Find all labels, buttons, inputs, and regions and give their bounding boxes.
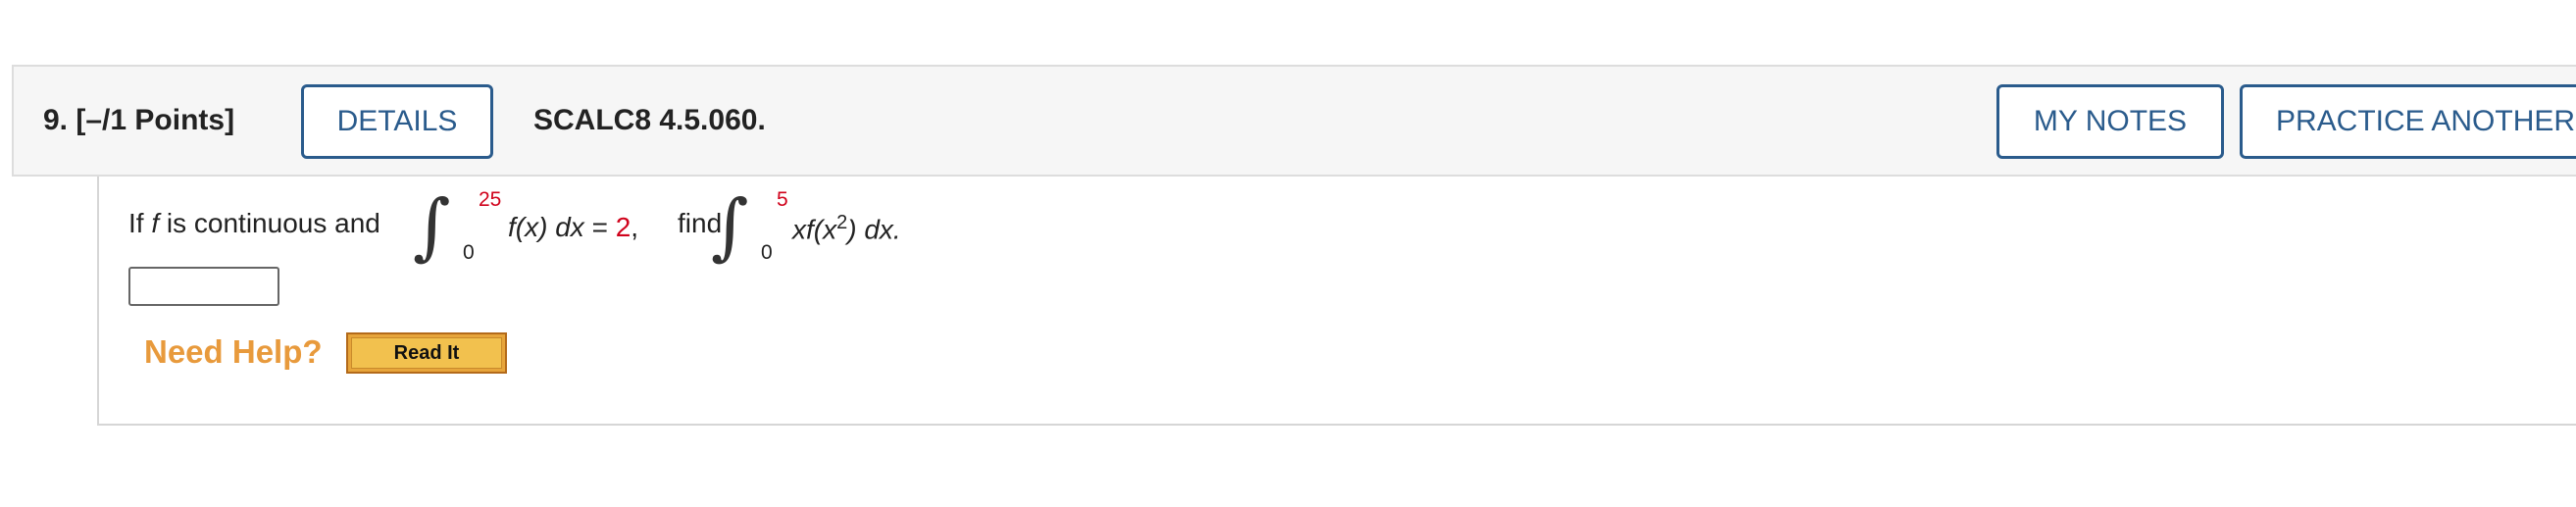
need-help-label: Need Help?: [144, 333, 323, 370]
integral-sign-icon: ∫: [711, 184, 749, 269]
integral-1-lower-limit: 0: [463, 241, 475, 264]
practice-another-button[interactable]: PRACTICE ANOTHER: [2240, 84, 2576, 159]
assignment-page: 9. [–/1 Points] DETAILS SCALC8 4.5.060. …: [0, 0, 2576, 507]
integral-2-expression: xf(x2) dx.: [792, 212, 901, 245]
answer-input[interactable]: [128, 267, 279, 306]
integral-2-upper-limit: 5: [777, 188, 788, 211]
question-body: If f is continuous and ∫ 25 0 f(x) dx = …: [97, 177, 2576, 426]
integral-sign-icon: ∫: [413, 184, 451, 269]
problem-statement: If f is continuous and ∫ 25 0 f(x) dx = …: [128, 177, 1305, 275]
integral-2-lower-limit: 0: [761, 241, 773, 264]
question-header: 9. [–/1 Points] DETAILS SCALC8 4.5.060. …: [12, 65, 2576, 177]
question-code: SCALC8 4.5.060.: [533, 104, 766, 136]
integral-1-expression: f(x) dx = 2,: [508, 212, 639, 242]
question-number-points: 9. [–/1 Points]: [43, 104, 234, 137]
details-button[interactable]: DETAILS: [301, 84, 493, 159]
read-it-label: Read It: [351, 337, 502, 369]
problem-prefix: If f is continuous and: [128, 208, 380, 238]
read-it-button[interactable]: Read It: [346, 332, 507, 374]
integral-1-upper-limit: 25: [479, 188, 502, 211]
question-number: 9.: [43, 104, 69, 136]
question-points: [–/1 Points]: [76, 104, 235, 136]
my-notes-button[interactable]: MY NOTES: [1996, 84, 2224, 159]
